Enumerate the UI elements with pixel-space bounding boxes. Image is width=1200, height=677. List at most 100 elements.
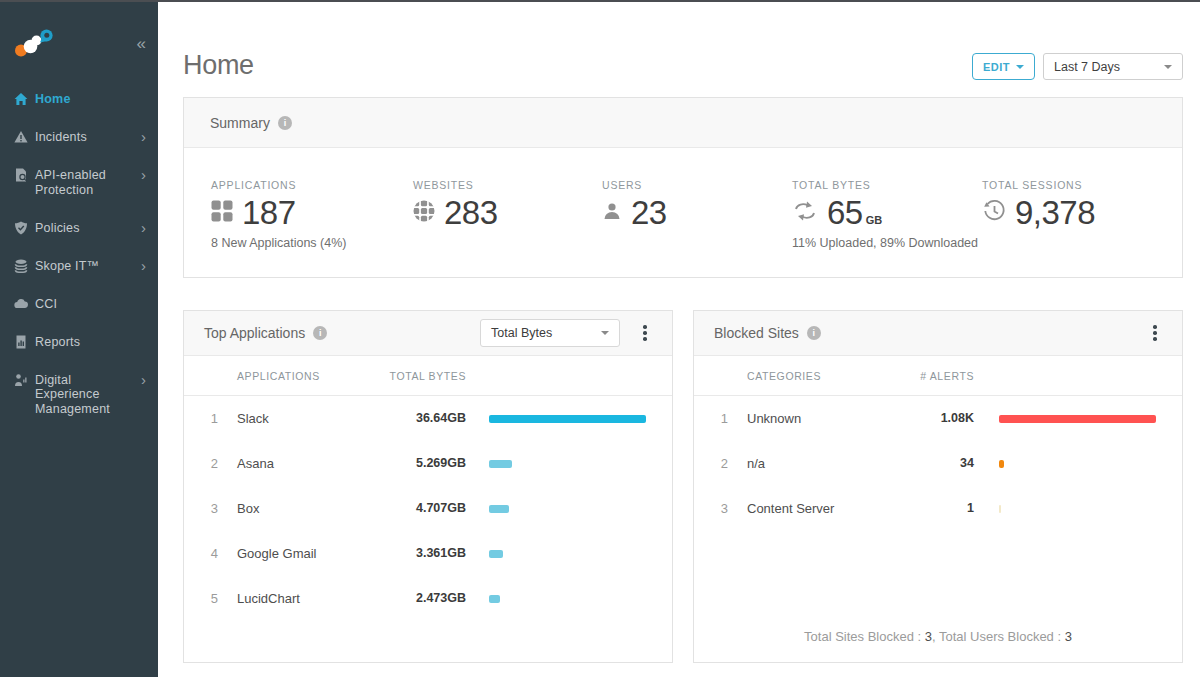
stat-users: USERS 23 [602,179,792,250]
chevron-right-icon: › [141,259,146,273]
row-name: n/a [747,441,765,486]
row-value: 3.361GB [339,531,466,576]
sidebar-nav: Home Incidents › API-enabled Protection … [0,92,158,440]
table-row[interactable]: 1Slack36.64GB [184,396,672,441]
row-rank: 2 [712,441,728,486]
chevron-right-icon: › [141,221,146,235]
sidebar-item-label: Home [35,92,71,107]
row-rank: 3 [202,486,218,531]
row-bar [489,460,512,468]
stat-label: USERS [602,179,792,191]
summary-title: Summary [210,115,270,131]
table-row[interactable]: 4 Google Gmail 3.361GB [184,531,672,576]
page-title: Home [183,50,254,81]
blocked-sites-footer: Total Sites Blocked : 3, Total Users Blo… [694,629,1182,644]
blocked-sites-card: Blocked Sites i CATEGORIES # ALERTS 1 Unk… [693,310,1183,663]
caret-down-icon [1016,65,1024,69]
table-row[interactable]: 3 Content Server 1 [694,486,1182,531]
user-icon [602,201,622,225]
database-icon [14,259,28,273]
globe-icon [413,200,435,226]
column-header-total-bytes: TOTAL BYTES [339,370,466,382]
table-row[interactable]: 5LucidChart2.473GB [184,576,672,621]
stat-total-sessions: TOTAL SESSIONS 9,378 [982,179,1182,250]
info-icon[interactable]: i [278,116,292,130]
netskope-logo[interactable] [14,28,54,62]
row-value: 34 [849,441,974,486]
row-bar [489,415,646,423]
grid-icon [211,200,233,226]
row-rank: 2 [202,441,218,486]
column-header-applications: APPLICATIONS [237,370,320,382]
row-name: Google Gmail [237,531,316,576]
top-applications-header: Top Applications i Total Bytes [184,311,672,356]
sidebar-item-label: Incidents [35,130,87,145]
row-name: Slack [237,396,269,441]
stat-label: TOTAL SESSIONS [982,179,1182,191]
sidebar-item-label: Reports [35,335,80,350]
sidebar-item-policies[interactable]: Policies › [0,221,158,236]
table-row[interactable]: 2 Asana 5.269GB [184,441,672,486]
table-row[interactable]: 2 n/a 34 [694,441,1182,486]
caret-down-icon [601,331,609,335]
caret-down-icon [1164,65,1172,69]
row-value: 1.08K [849,396,974,441]
alert-triangle-icon [14,130,28,144]
column-header-alerts: # ALERTS [849,370,974,382]
metric-select[interactable]: Total Bytes [480,319,620,347]
row-rank: 3 [712,486,728,531]
kebab-menu-icon[interactable] [636,325,654,341]
metric-select-value: Total Bytes [491,326,552,340]
sidebar-item-label: Skope IT™ [35,259,99,274]
row-bar [489,550,503,558]
row-name: Box [237,486,259,531]
sidebar-item-label: Digital Experience Management [35,373,121,417]
info-icon[interactable]: i [313,326,327,340]
info-icon[interactable]: i [807,326,821,340]
chevron-right-icon: › [141,373,146,387]
sidebar-item-reports[interactable]: Reports [0,335,158,350]
top-applications-card: Top Applications i Total Bytes APPLICATI… [183,310,673,663]
row-name: Asana [237,441,274,486]
row-bar [489,595,500,603]
person-signal-icon [14,373,28,387]
table-row[interactable]: 3Box4.707GB [184,486,672,531]
edit-button[interactable]: EDIT [972,53,1035,80]
row-value: 5.269GB [339,441,466,486]
sidebar-item-cci[interactable]: CCI [0,297,158,312]
sidebar: « Home Incidents › API-enabled Protectio… [0,0,158,677]
stat-value: 283 [444,194,498,232]
stat-value: 187 [242,194,296,232]
top-applications-title: Top Applications [204,325,305,341]
sidebar-item-digital-experience-management[interactable]: Digital Experience Management › [0,373,158,417]
blocked-sites-title: Blocked Sites [714,325,799,341]
stat-sub: 11% Uploaded, 89% Downloaded [792,236,982,250]
date-range-value: Last 7 Days [1054,60,1120,74]
top-applications-rows: 1Slack36.64GB2Asana5.269GB3Box4.707GB4Go… [184,396,672,621]
column-header-categories: CATEGORIES [747,370,821,382]
main-content: Home EDIT Last 7 Days Summary i APPLICAT… [158,0,1200,677]
kebab-menu-icon[interactable] [1146,325,1164,341]
chevron-right-icon: › [141,130,146,144]
sidebar-item-label: CCI [35,297,57,312]
stat-value: 9,378 [1015,194,1095,232]
row-value: 1 [849,486,974,531]
stat-label: APPLICATIONS [211,179,413,191]
stat-label: WEBSITES [413,179,602,191]
table-row[interactable]: 1Unknown1.08K [694,396,1182,441]
sidebar-collapse-icon[interactable]: « [137,34,146,54]
row-bar [999,460,1004,468]
sidebar-item-incidents[interactable]: Incidents › [0,130,158,145]
date-range-select[interactable]: Last 7 Days [1043,53,1183,80]
row-name: Unknown [747,396,801,441]
row-rank: 4 [202,531,218,576]
sidebar-item-skope-it[interactable]: Skope IT™ › [0,259,158,274]
sidebar-item-api-enabled-protection[interactable]: API-enabled Protection › [0,168,158,197]
stat-websites: WEBSITES 283 [413,179,602,250]
row-bar [999,505,1001,513]
sidebar-item-label: Policies [35,221,80,236]
blocked-sites-rows: 1Unknown1.08K2n/a343Content Server1 [694,396,1182,531]
row-name: Content Server [747,486,834,531]
sidebar-item-home[interactable]: Home [0,92,158,107]
document-search-icon [14,168,28,182]
